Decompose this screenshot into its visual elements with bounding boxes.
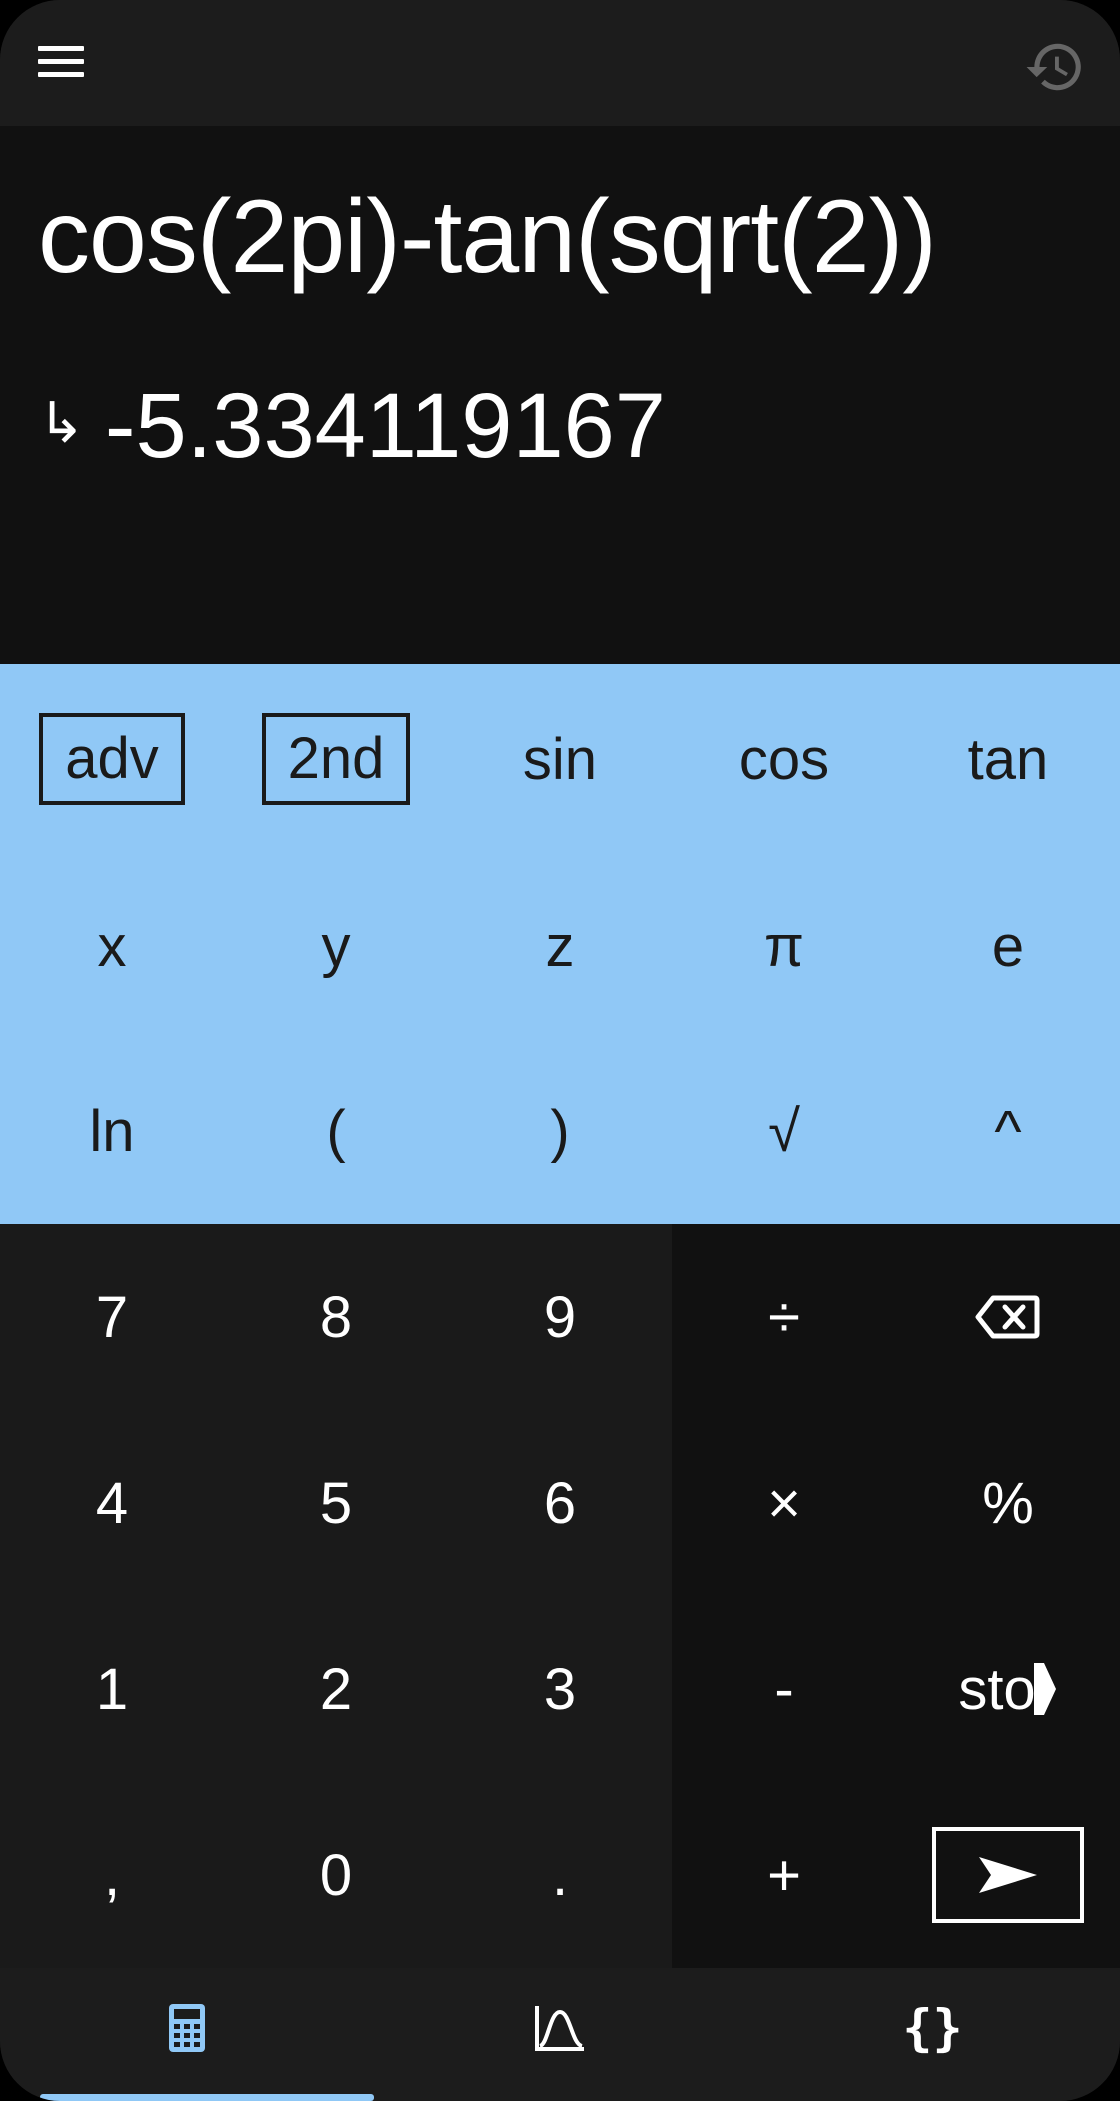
pi-key[interactable]: π	[672, 854, 896, 1039]
backspace-icon	[975, 1295, 1040, 1339]
operator-keypad: ÷ × % - sto +	[672, 1224, 1120, 1968]
enter-button[interactable]	[896, 1782, 1120, 1968]
store-label: sto	[958, 1656, 1036, 1722]
digit-1-key[interactable]: 1	[0, 1596, 224, 1782]
digit-6-key[interactable]: 6	[448, 1410, 672, 1596]
decimal-point-key[interactable]: .	[448, 1782, 672, 1968]
cos-key[interactable]: cos	[672, 664, 896, 854]
add-key[interactable]: +	[672, 1782, 896, 1968]
digit-4-key[interactable]: 4	[0, 1410, 224, 1596]
enter-arrow-icon	[979, 1857, 1037, 1893]
z-key[interactable]: z	[448, 854, 672, 1039]
backspace-key[interactable]	[896, 1224, 1120, 1410]
open-paren-key[interactable]: (	[224, 1039, 448, 1224]
digit-3-key[interactable]: 3	[448, 1596, 672, 1782]
digit-8-key[interactable]: 8	[224, 1224, 448, 1410]
calculator-app: cos(2pi)-tan(sqrt(2)) ↳ -5.334119167 adv …	[0, 0, 1120, 2101]
close-paren-key[interactable]: )	[448, 1039, 672, 1224]
advanced-keypad: adv 2nd sin cos tan x y z π e ln ( ) √ ^	[0, 664, 1120, 1224]
active-tab-indicator	[40, 2094, 374, 2101]
ln-key[interactable]: ln	[0, 1039, 224, 1224]
braces-icon: {}	[902, 1999, 963, 2057]
nav-calculator-tab[interactable]	[0, 1968, 373, 2088]
nav-program-tab[interactable]: {}	[746, 1968, 1119, 2088]
nav-graph-tab[interactable]	[373, 1968, 746, 2088]
percent-key[interactable]: %	[896, 1410, 1120, 1596]
result-value: -5.334119167	[104, 375, 666, 477]
e-key[interactable]: e	[896, 854, 1120, 1039]
x-key[interactable]: x	[0, 854, 224, 1039]
divide-key[interactable]: ÷	[672, 1224, 896, 1410]
store-arrow-icon	[1033, 1663, 1056, 1715]
sin-key[interactable]: sin	[448, 664, 672, 854]
digit-5-key[interactable]: 5	[224, 1410, 448, 1596]
bottom-navigation: {}	[0, 1968, 1120, 2101]
adv-key[interactable]: adv	[0, 664, 224, 854]
calculator-icon	[168, 2004, 205, 2052]
power-key[interactable]: ^	[896, 1039, 1120, 1224]
second-key[interactable]: 2nd	[224, 664, 448, 854]
menu-icon[interactable]	[36, 46, 88, 80]
sqrt-key[interactable]: √	[672, 1039, 896, 1224]
multiply-key[interactable]: ×	[672, 1410, 896, 1596]
result-display: ↳ -5.334119167	[38, 374, 666, 479]
top-app-bar	[0, 0, 1120, 126]
digit-7-key[interactable]: 7	[0, 1224, 224, 1410]
result-arrow-icon: ↳	[38, 390, 85, 454]
digit-2-key[interactable]: 2	[224, 1596, 448, 1782]
graph-icon	[534, 2006, 584, 2051]
number-keypad: 7 8 9 4 5 6 1 2 3 , 0 .	[0, 1224, 672, 1968]
subtract-key[interactable]: -	[672, 1596, 896, 1782]
digit-0-key[interactable]: 0	[224, 1782, 448, 1968]
y-key[interactable]: y	[224, 854, 448, 1039]
history-icon[interactable]	[1024, 36, 1086, 98]
store-key[interactable]: sto	[896, 1596, 1120, 1782]
expression-input[interactable]: cos(2pi)-tan(sqrt(2))	[38, 178, 937, 297]
digit-9-key[interactable]: 9	[448, 1224, 672, 1410]
comma-key[interactable]: ,	[0, 1782, 224, 1968]
tan-key[interactable]: tan	[896, 664, 1120, 854]
